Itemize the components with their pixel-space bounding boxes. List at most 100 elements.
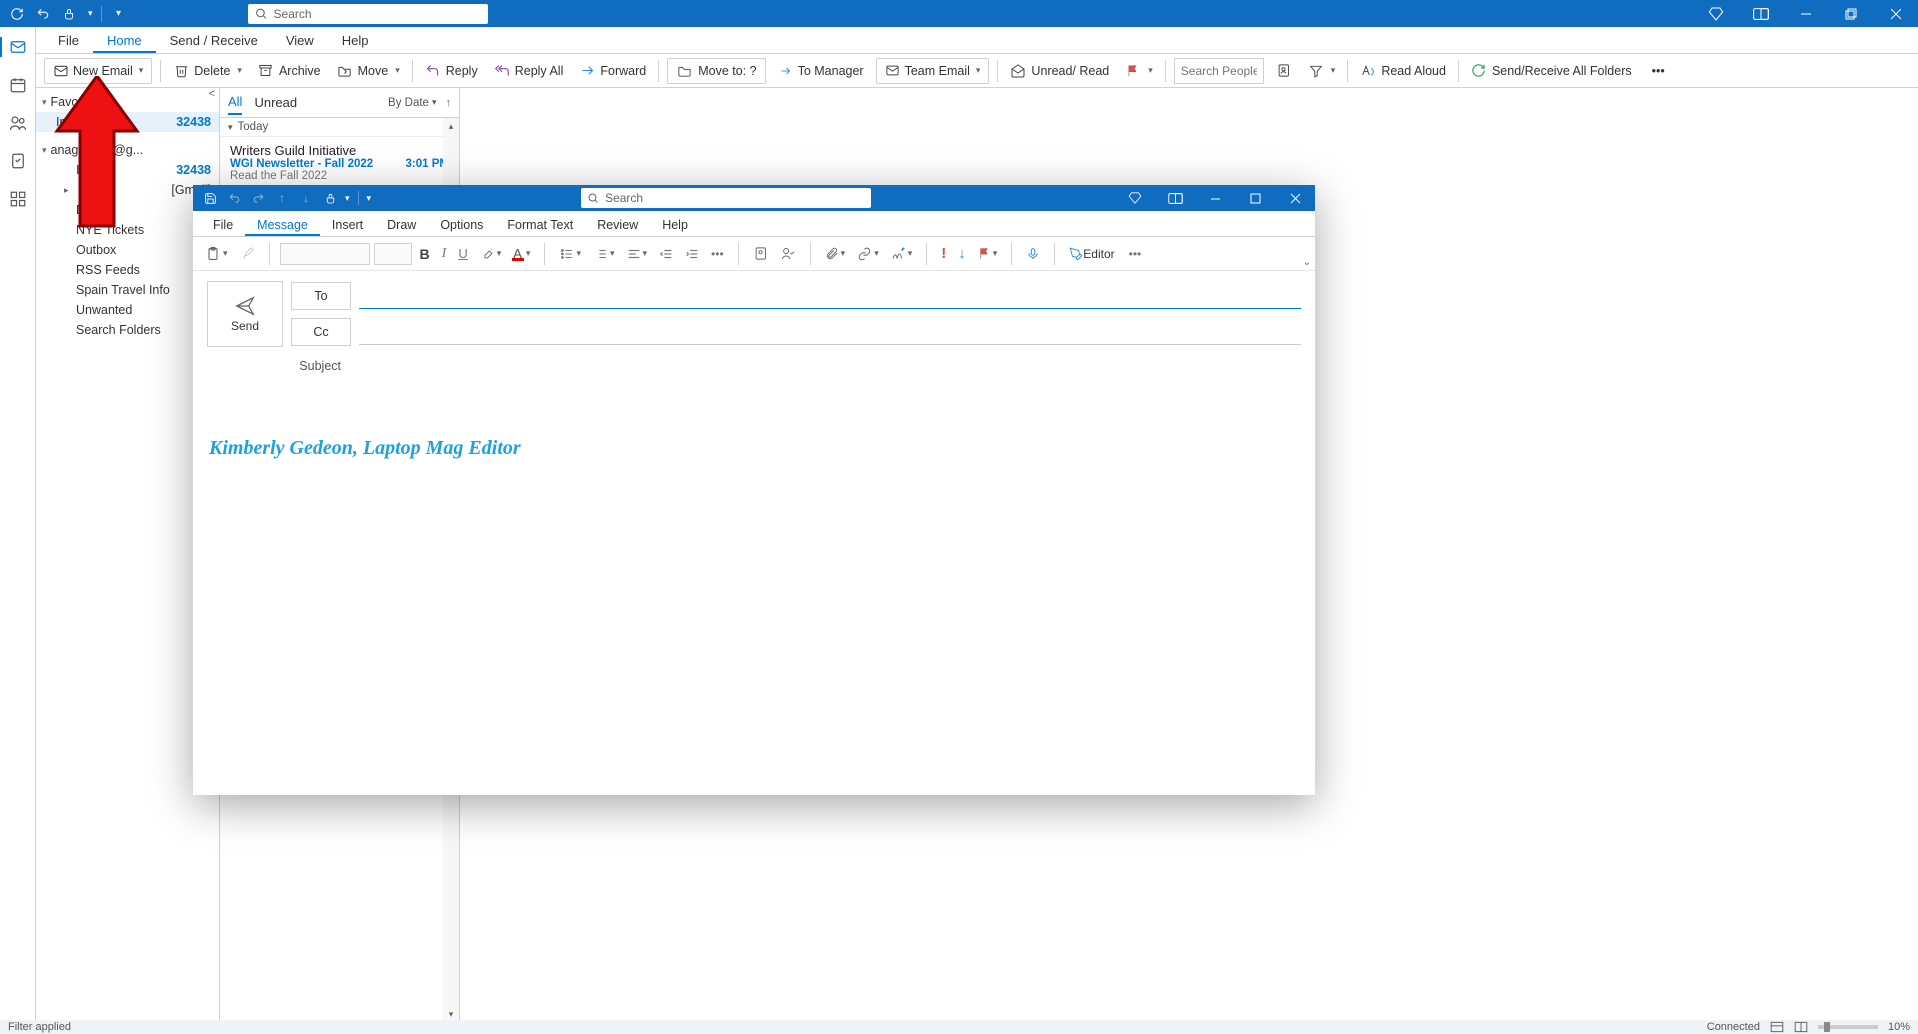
subject-input[interactable] bbox=[359, 353, 1301, 379]
premium-icon[interactable] bbox=[1693, 0, 1738, 27]
attach-file-button[interactable]: ▾ bbox=[821, 242, 850, 266]
font-family-select[interactable] bbox=[280, 243, 370, 265]
filter-all[interactable]: All bbox=[228, 90, 242, 115]
tab-file[interactable]: File bbox=[44, 29, 93, 53]
search-people-input[interactable] bbox=[1174, 58, 1264, 84]
qat-overflow-icon[interactable]: ▾ bbox=[110, 5, 128, 23]
reply-button[interactable]: Reply bbox=[421, 58, 482, 84]
redo-icon[interactable] bbox=[249, 189, 267, 207]
tab-view[interactable]: View bbox=[272, 29, 328, 53]
font-size-select[interactable] bbox=[374, 243, 412, 265]
sync-icon[interactable] bbox=[8, 5, 26, 23]
window-close-button[interactable] bbox=[1873, 0, 1918, 27]
people-module-button[interactable] bbox=[6, 111, 30, 135]
cc-input[interactable] bbox=[359, 319, 1301, 345]
mail-module-button[interactable] bbox=[6, 35, 30, 59]
tab-home[interactable]: Home bbox=[93, 29, 156, 53]
delete-button[interactable]: Delete▾ bbox=[169, 58, 246, 84]
prev-item-icon[interactable]: ↑ bbox=[273, 189, 291, 207]
signature-button[interactable]: ▾ bbox=[887, 242, 917, 266]
send-button[interactable]: Send bbox=[207, 281, 283, 347]
bold-button[interactable]: B bbox=[416, 242, 434, 266]
numbering-button[interactable]: ▾ bbox=[589, 242, 619, 266]
tab-format-text[interactable]: Format Text bbox=[495, 214, 585, 236]
coming-soon-icon[interactable] bbox=[1155, 185, 1195, 211]
tab-message[interactable]: Message bbox=[245, 214, 320, 236]
tab-file[interactable]: File bbox=[201, 214, 245, 236]
tab-send-receive[interactable]: Send / Receive bbox=[156, 29, 272, 53]
group-today[interactable]: ▾Today bbox=[220, 118, 459, 137]
sort-by-button[interactable]: By Date ▾ ↑ bbox=[388, 97, 451, 109]
unread-read-button[interactable]: Unread/ Read bbox=[1006, 58, 1113, 84]
outdent-button[interactable] bbox=[655, 242, 677, 266]
more-apps-button[interactable] bbox=[6, 187, 30, 211]
tasks-module-button[interactable] bbox=[6, 149, 30, 173]
compose-maximize-button[interactable] bbox=[1235, 185, 1275, 211]
view-reading-icon[interactable] bbox=[1794, 1021, 1808, 1033]
tab-options[interactable]: Options bbox=[428, 214, 495, 236]
font-color-button[interactable]: A▾ bbox=[509, 242, 534, 266]
premium-icon[interactable] bbox=[1115, 185, 1155, 211]
compose-minimize-button[interactable] bbox=[1195, 185, 1235, 211]
send-receive-all-button[interactable]: Send/Receive All Folders bbox=[1467, 58, 1636, 84]
check-names-button[interactable] bbox=[776, 242, 800, 266]
format-painter-button[interactable] bbox=[236, 242, 259, 266]
main-search-box[interactable]: Search bbox=[248, 4, 488, 24]
to-button[interactable]: To bbox=[291, 282, 351, 310]
paste-button[interactable]: ▾ bbox=[201, 242, 232, 266]
move-to-quickstep[interactable]: Move to: ? bbox=[667, 58, 765, 84]
forward-button[interactable]: Forward bbox=[575, 58, 650, 84]
compose-body[interactable]: Kimberly Gedeon, Laptop Mag Editor bbox=[193, 389, 1315, 795]
tab-help[interactable]: Help bbox=[328, 29, 383, 53]
indent-button[interactable] bbox=[681, 242, 703, 266]
undo-icon[interactable] bbox=[34, 5, 52, 23]
follow-up-button[interactable]: ▾ bbox=[1121, 58, 1157, 84]
dictate-button[interactable] bbox=[1022, 242, 1044, 266]
compose-search-box[interactable]: Search bbox=[581, 188, 871, 208]
tab-help[interactable]: Help bbox=[650, 214, 700, 236]
italic-button[interactable]: I bbox=[438, 242, 451, 266]
follow-up-flag-button[interactable]: ▾ bbox=[974, 242, 1002, 266]
editor-button[interactable]: Editor bbox=[1065, 242, 1118, 266]
highlight-button[interactable]: ▾ bbox=[476, 242, 506, 266]
address-book-button[interactable] bbox=[1272, 58, 1296, 84]
window-minimize-button[interactable] bbox=[1783, 0, 1828, 27]
zoom-slider[interactable] bbox=[1818, 1025, 1878, 1029]
move-button[interactable]: Move▾ bbox=[333, 58, 404, 84]
cc-button[interactable]: Cc bbox=[291, 318, 351, 346]
touch-mode-icon[interactable] bbox=[321, 189, 339, 207]
bullets-button[interactable]: ▾ bbox=[555, 242, 585, 266]
read-aloud-button[interactable]: Read Aloud bbox=[1356, 58, 1450, 84]
compose-close-button[interactable] bbox=[1275, 185, 1315, 211]
low-importance-button[interactable]: ↓ bbox=[954, 242, 970, 266]
paragraph-more-button[interactable]: ••• bbox=[707, 242, 728, 266]
team-email-quickstep[interactable]: Team Email ▾ bbox=[876, 58, 990, 84]
view-normal-icon[interactable] bbox=[1770, 1021, 1784, 1033]
undo-icon[interactable] bbox=[225, 189, 243, 207]
high-importance-button[interactable]: ! bbox=[937, 242, 950, 266]
next-item-icon[interactable]: ↓ bbox=[297, 189, 315, 207]
filter-email-button[interactable]: ▾ bbox=[1304, 58, 1340, 84]
collapse-folder-pane-button[interactable]: < bbox=[209, 88, 215, 100]
window-restore-button[interactable] bbox=[1828, 0, 1873, 27]
filter-unread[interactable]: Unread bbox=[254, 91, 297, 114]
align-button[interactable]: ▾ bbox=[623, 242, 652, 266]
scroll-up-icon[interactable]: ▴ bbox=[443, 118, 459, 134]
coming-soon-icon[interactable] bbox=[1738, 0, 1783, 27]
tab-review[interactable]: Review bbox=[585, 214, 650, 236]
compose-ribbon-overflow[interactable]: ••• bbox=[1125, 242, 1146, 266]
link-button[interactable]: ▾ bbox=[853, 242, 883, 266]
save-icon[interactable] bbox=[201, 189, 219, 207]
archive-button[interactable]: Archive bbox=[254, 58, 325, 84]
to-input[interactable] bbox=[359, 283, 1301, 309]
ribbon-overflow-button[interactable]: ••• bbox=[1648, 58, 1669, 84]
to-manager-quickstep[interactable]: To Manager bbox=[774, 58, 868, 84]
ribbon-expand-button[interactable]: ⌄ bbox=[1303, 257, 1311, 268]
tab-draw[interactable]: Draw bbox=[375, 214, 428, 236]
tab-insert[interactable]: Insert bbox=[320, 214, 375, 236]
underline-button[interactable]: U bbox=[454, 242, 471, 266]
reply-all-button[interactable]: Reply All bbox=[490, 58, 568, 84]
touch-mode-icon[interactable] bbox=[60, 5, 78, 23]
qat-overflow-icon[interactable]: ▾ bbox=[367, 193, 372, 204]
calendar-module-button[interactable] bbox=[6, 73, 30, 97]
